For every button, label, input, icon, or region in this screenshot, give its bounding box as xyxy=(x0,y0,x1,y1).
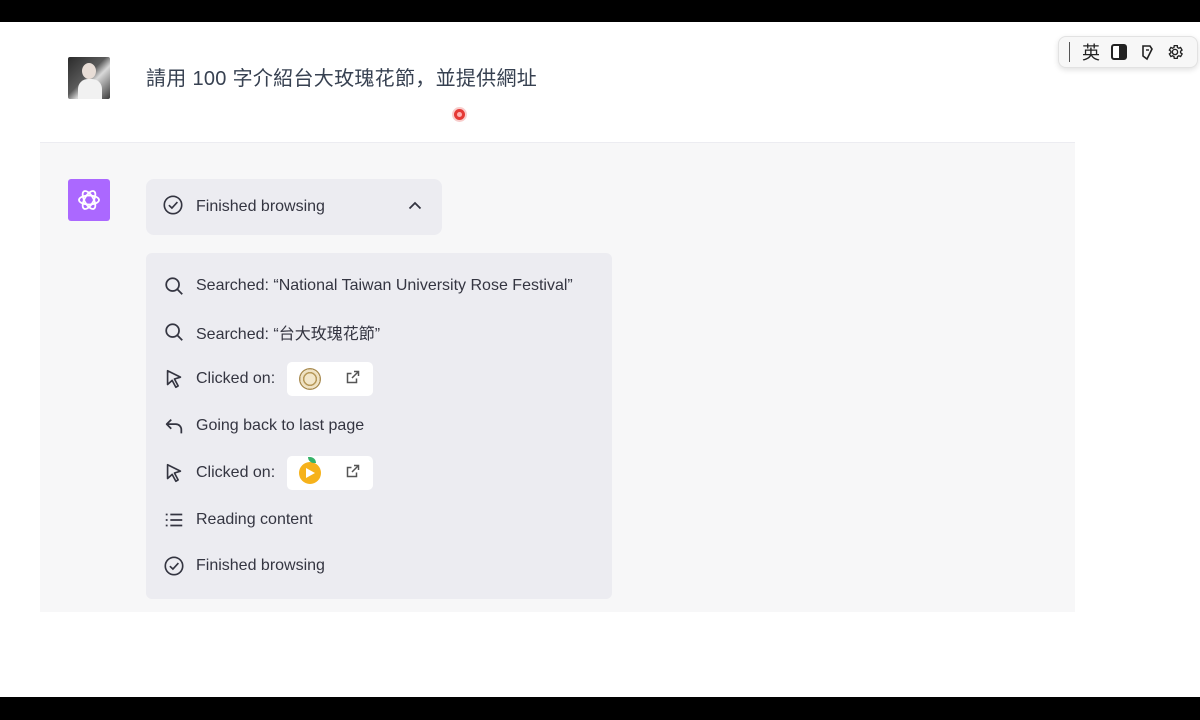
user-message-text: 請用 100 字介紹台大玫瑰花節，並提供網址 xyxy=(146,68,538,90)
check-circle-icon xyxy=(162,554,186,578)
back-arrow-icon xyxy=(162,414,186,438)
mouse-pointer-indicator xyxy=(454,109,465,120)
cursor-icon xyxy=(162,461,186,485)
ime-mode-toggle[interactable]: 英 xyxy=(1080,41,1102,63)
search-icon xyxy=(162,320,186,344)
external-link-icon xyxy=(345,369,361,390)
step-text: Clicked on: xyxy=(196,464,276,481)
peach-play-icon xyxy=(299,457,322,484)
ime-tool-icon[interactable] xyxy=(1136,41,1158,63)
step-search-english: Searched: “National Taiwan University Ro… xyxy=(162,273,573,299)
step-text: Searched: “台大玫瑰花節” xyxy=(196,326,381,343)
step-text: Finished browsing xyxy=(196,557,325,574)
browsing-status-label: Finished browsing xyxy=(196,198,325,215)
chatgpt-logo-icon xyxy=(68,179,110,221)
step-search-chinese: Searched: “台大玫瑰花節” xyxy=(162,319,380,345)
ntu-seal-icon xyxy=(299,368,322,390)
step-text: Clicked on: xyxy=(196,370,276,387)
step-clicked-second: Clicked on: xyxy=(162,456,374,490)
browsing-status-toggle[interactable]: Finished browsing xyxy=(146,179,442,235)
top-letterbox xyxy=(0,0,1200,22)
cursor-icon xyxy=(162,367,186,391)
assistant-message-area: Finished browsing Searched: “National Ta… xyxy=(40,142,1075,612)
ime-drag-handle[interactable] xyxy=(1069,42,1070,62)
browsing-steps-panel: Searched: “National Taiwan University Ro… xyxy=(146,253,612,599)
step-clicked-ntu: Clicked on: xyxy=(162,362,374,396)
step-text: Going back to last page xyxy=(196,417,365,434)
step-text: Searched: “National Taiwan University Ro… xyxy=(196,277,573,294)
external-link-icon xyxy=(345,463,361,484)
step-reading-content: Reading content xyxy=(162,507,313,533)
check-circle-icon xyxy=(162,194,184,221)
ime-toolbar: 英 xyxy=(1058,36,1198,68)
search-icon xyxy=(162,274,186,298)
source-link-chip-peach[interactable] xyxy=(287,456,374,490)
bottom-letterbox xyxy=(0,697,1200,720)
list-icon xyxy=(162,508,186,532)
chevron-up-icon xyxy=(406,197,424,220)
step-text: Reading content xyxy=(196,511,313,528)
half-full-width-icon[interactable] xyxy=(1108,41,1130,63)
chat-stage: 請用 100 字介紹台大玫瑰花節，並提供網址 英 Finished browsi… xyxy=(0,22,1200,697)
gear-icon[interactable] xyxy=(1164,41,1186,63)
user-avatar xyxy=(68,57,110,99)
source-link-chip-ntu[interactable] xyxy=(287,362,374,396)
user-message-row: 請用 100 字介紹台大玫瑰花節，並提供網址 xyxy=(0,22,1200,142)
step-finished-browsing: Finished browsing xyxy=(162,553,325,579)
step-going-back: Going back to last page xyxy=(162,413,364,439)
